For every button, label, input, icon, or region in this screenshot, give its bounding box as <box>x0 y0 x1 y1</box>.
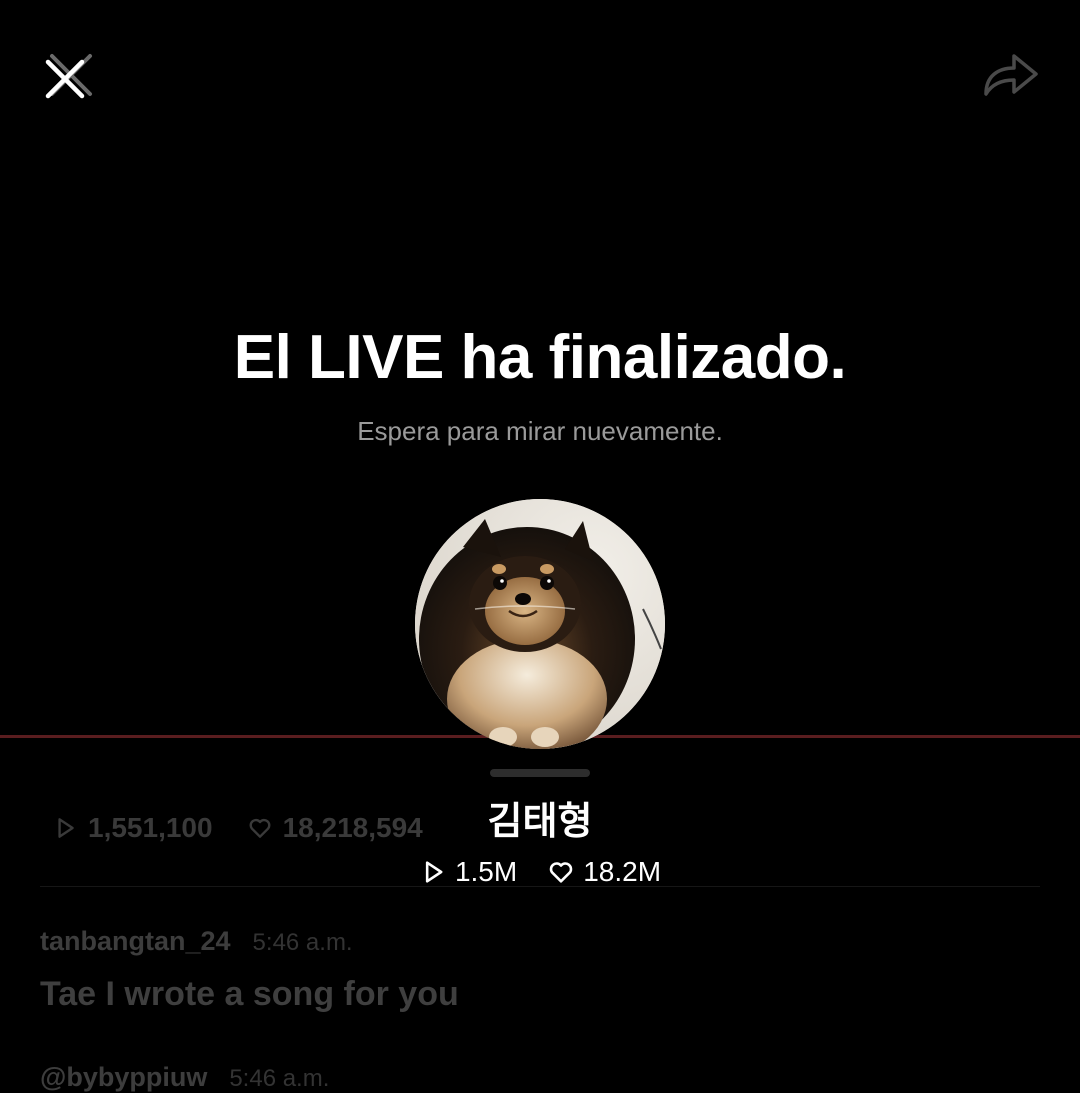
live-stats: 1.5M 18.2M <box>0 852 1080 892</box>
chat-comment: @bybyppiuw 5:46 a.m. <box>40 1062 329 1093</box>
comment-username: tanbangtan_24 <box>40 926 231 956</box>
drag-handle[interactable] <box>490 769 590 777</box>
close-icon <box>45 54 92 99</box>
share-arrow-icon <box>984 54 1038 96</box>
comment-message: Tae I wrote a song for you <box>40 975 459 1013</box>
avatar[interactable] <box>415 499 665 749</box>
pomeranian-dog-avatar <box>415 499 665 749</box>
play-icon <box>425 861 443 883</box>
comment-username: @bybyppiuw <box>40 1062 208 1092</box>
like-count: 18.2M <box>583 856 662 887</box>
live-ended-subtitle: Espera para mirar nuevamente. <box>357 416 723 446</box>
live-ended-title: El LIVE ha finalizado. <box>233 323 847 392</box>
heart-icon <box>549 862 573 883</box>
artist-name: 김태형 <box>487 801 593 843</box>
share-button[interactable] <box>980 46 1040 102</box>
comment-time: 5:46 a.m. <box>252 929 353 956</box>
chat-comment: tanbangtan_24 5:46 a.m. Tae I wrote a so… <box>40 926 459 1014</box>
comment-time: 5:46 a.m. <box>229 1065 330 1092</box>
view-count: 1.5M <box>454 856 518 887</box>
close-button[interactable] <box>40 48 96 104</box>
